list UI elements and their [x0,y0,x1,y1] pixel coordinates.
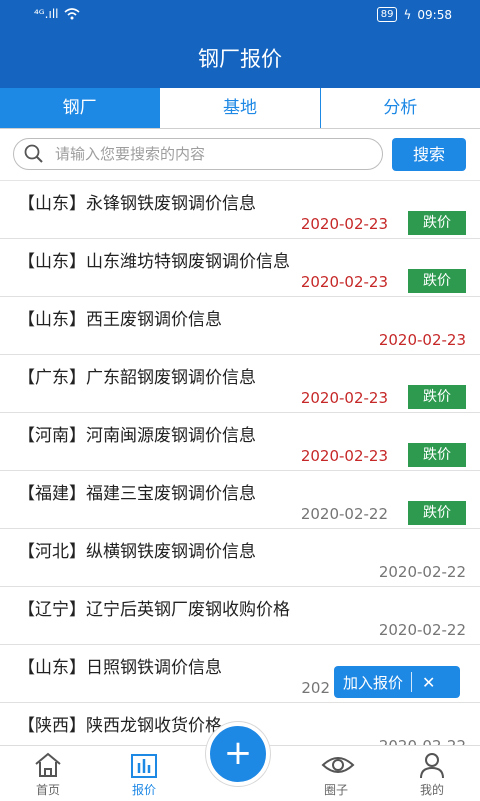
wifi-icon [64,8,81,20]
item-date: 2020-02-23 [300,215,388,233]
chart-icon [131,754,157,778]
tab-base[interactable]: 基地 [160,88,321,128]
item-title: 【广东】广东韶钢废钢调价信息 [18,368,256,388]
nav-mine-label: 我的 [419,783,444,797]
signal-icon: ⁴ᴳ.ıll [34,7,59,21]
list-item[interactable]: 【辽宁】辽宁后英钢厂废钢收购价格 2020-02-22 [0,587,480,645]
tab-analysis[interactable]: 分析 [320,88,480,128]
join-quote-label: 加入报价 [343,673,404,692]
item-title: 【辽宁】辽宁后英钢厂废钢收购价格 [18,600,290,620]
item-title: 【福建】福建三宝废钢调价信息 [18,484,256,504]
charging-icon: ϟ [403,7,412,22]
nav-circle-label: 圈子 [323,783,348,797]
status-left: ⁴ᴳ.ıll [34,7,81,21]
item-title: 【山东】日照钢铁调价信息 [18,658,222,678]
item-date: 2020-02-22 [300,505,388,523]
add-button[interactable]: + [206,722,270,786]
nav-quote[interactable]: 报价 [96,746,192,801]
item-title: 【河南】河南闽源废钢调价信息 [18,426,256,446]
status-right: 89 ϟ 09:58 [376,7,452,22]
item-date: 2020-02-23 [378,331,466,349]
price-drop-badge: 跌价 [408,443,466,467]
nav-mine[interactable]: 我的 [384,746,480,801]
nav-circle[interactable]: 圈子 [288,746,384,801]
list-item[interactable]: 【山东】永锋钢铁废钢调价信息 2020-02-23 跌价 [0,181,480,239]
status-time: 09:58 [417,7,452,22]
item-title: 【河北】纵横钢铁废钢调价信息 [18,542,256,562]
user-icon [420,753,444,779]
item-title: 【山东】山东潍坊特钢废钢调价信息 [18,252,290,272]
list-item[interactable]: 【广东】广东韶钢废钢调价信息 2020-02-23 跌价 [0,355,480,413]
item-date: 2020-02-23 [300,389,388,407]
status-bar: ⁴ᴳ.ıll 89 ϟ 09:58 [0,0,480,30]
item-date: 202 [301,679,330,697]
item-date: 2020-02-23 [300,273,388,291]
item-date: 2020-02-23 [300,447,388,465]
item-title: 【陕西】陕西龙钢收货价格 [18,716,222,736]
tab-steel-mill[interactable]: 钢厂 [0,88,161,128]
plus-icon: + [223,733,253,773]
item-date: 2020-02-22 [378,563,466,581]
divider [411,672,413,692]
list-item[interactable]: 【河北】纵横钢铁废钢调价信息 2020-02-22 [0,529,480,587]
search-box[interactable] [13,138,383,170]
item-date: 2020-02-22 [378,621,466,639]
join-quote-button[interactable]: 加入报价 ✕ [334,666,460,698]
search-row: 搜索 [0,128,480,181]
nav-home[interactable]: 首页 [0,746,96,801]
tab-bar: 钢厂 基地 分析 [0,88,480,129]
nav-home-label: 首页 [35,783,60,797]
list-item[interactable]: 【福建】福建三宝废钢调价信息 2020-02-22 跌价 [0,471,480,529]
home-icon [35,752,61,777]
list-item[interactable]: 【山东】山东潍坊特钢废钢调价信息 2020-02-23 跌价 [0,239,480,297]
close-icon[interactable]: ✕ [422,673,435,692]
nav-quote-label: 报价 [131,783,156,797]
list-item[interactable]: 【山东】西王废钢调价信息 2020-02-23 [0,297,480,355]
price-drop-badge: 跌价 [408,269,466,293]
item-title: 【山东】永锋钢铁废钢调价信息 [18,194,256,214]
price-drop-badge: 跌价 [408,385,466,409]
list-item[interactable]: 【河南】河南闽源废钢调价信息 2020-02-23 跌价 [0,413,480,471]
price-drop-badge: 跌价 [408,501,466,525]
search-button[interactable]: 搜索 [392,138,466,171]
page-title: 钢厂报价 [0,30,480,88]
search-icon [24,144,43,163]
item-title: 【山东】西王废钢调价信息 [18,310,222,330]
eye-icon [321,757,355,773]
search-input[interactable] [53,144,357,164]
price-drop-badge: 跌价 [408,211,466,235]
battery-icon: 89 [376,7,398,22]
